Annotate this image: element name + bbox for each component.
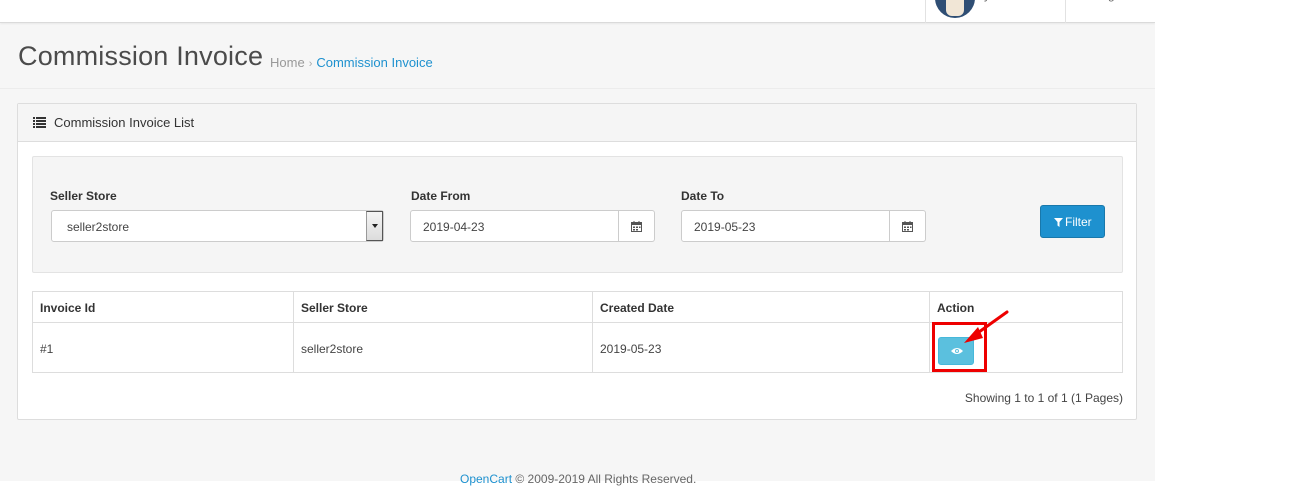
header-divider [0, 88, 1155, 89]
footer: OpenCart © 2009-2019 All Rights Reserved… [460, 472, 696, 486]
page-title: Commission Invoice [18, 41, 264, 71]
funnel-icon [1054, 218, 1063, 227]
calendar-icon [631, 221, 642, 232]
column-header-seller-store[interactable]: Seller Store [301, 301, 368, 315]
breadcrumb-home-link[interactable]: Home [270, 55, 305, 70]
date-from-input[interactable]: 2019-04-23 [410, 210, 619, 242]
date-from-value: 2019-04-23 [423, 220, 485, 234]
cell-invoice-id: #1 [40, 342, 54, 356]
filter-well: Seller Store seller2store Date From 2019… [32, 156, 1123, 273]
blank-area [1155, 0, 1303, 481]
footer-copyright: © 2009-2019 All Rights Reserved. [512, 472, 697, 486]
date-to-calendar-button[interactable] [890, 210, 926, 242]
column-divider [293, 292, 294, 372]
calendar-icon [902, 221, 913, 232]
panel-heading: Commission Invoice List [18, 104, 1136, 142]
date-to-input[interactable]: 2019-05-23 [681, 210, 890, 242]
seller-store-label: Seller Store [50, 189, 117, 203]
date-to-label: Date To [681, 189, 725, 203]
column-divider [592, 292, 593, 372]
cell-created-date: 2019-05-23 [600, 342, 662, 356]
page: y g Commission Invoice Home›Commission I… [0, 0, 1155, 486]
date-to-value: 2019-05-23 [694, 220, 756, 234]
user-name[interactable]: y [984, 0, 990, 2]
header-divider [925, 0, 926, 23]
breadcrumb-separator: › [308, 58, 313, 70]
commission-invoice-panel: Commission Invoice List Seller Store sel… [17, 103, 1137, 420]
column-divider [929, 292, 930, 372]
panel-title: Commission Invoice List [54, 115, 195, 130]
seller-store-select[interactable]: seller2store [51, 210, 384, 242]
column-header-invoice-id[interactable]: Invoice Id [40, 301, 95, 315]
top-header: y g [0, 0, 1155, 23]
chevron-down-icon[interactable] [366, 211, 383, 241]
list-icon [33, 117, 46, 128]
avatar[interactable] [935, 0, 975, 18]
header-divider [1065, 0, 1066, 23]
date-from-label: Date From [411, 189, 471, 203]
filter-button[interactable]: Filter [1040, 205, 1105, 238]
breadcrumb-current-link[interactable]: Commission Invoice [316, 55, 432, 70]
column-header-created-date[interactable]: Created Date [600, 301, 674, 315]
footer-opencart-link[interactable]: OpenCart [460, 472, 512, 486]
arrow-annotation-icon [964, 310, 1009, 343]
logout-link[interactable]: g [1108, 0, 1115, 2]
breadcrumb: Home › Commission Invoice [270, 55, 433, 70]
seller-store-value: seller2store [67, 220, 130, 234]
pagination-info: Showing 1 to 1 of 1 (1 Pages) [964, 391, 1123, 405]
filter-button-label: Filter [1065, 215, 1092, 229]
date-from-calendar-button[interactable] [619, 210, 655, 242]
cell-seller-store: seller2store [301, 342, 364, 356]
